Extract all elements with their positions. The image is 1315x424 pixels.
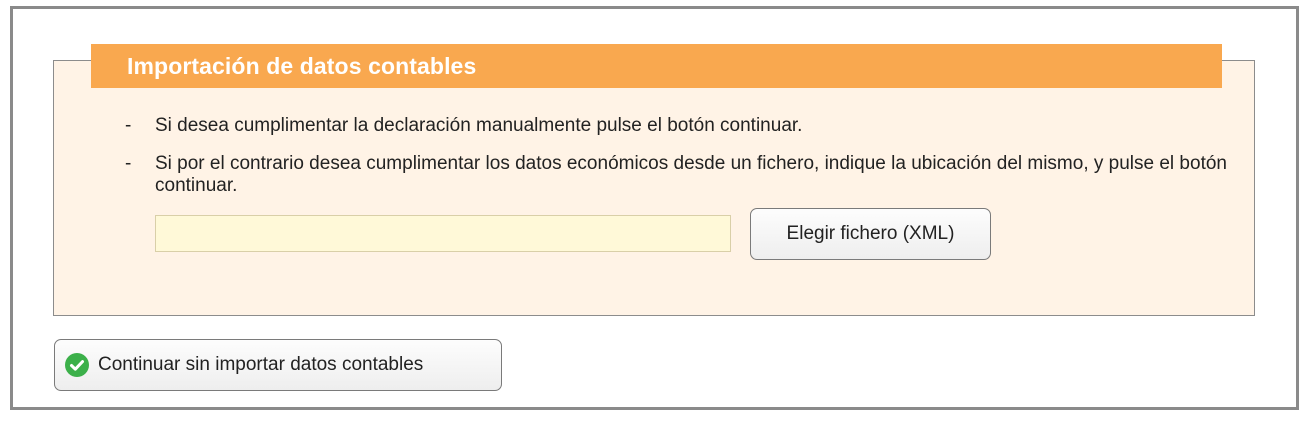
continue-label: Continuar sin importar datos contables <box>98 354 424 375</box>
check-circle-icon <box>65 353 89 377</box>
instruction-import-file: - Si por el contrario desea cumplimentar… <box>125 153 1235 197</box>
instruction-manual: - Si desea cumplimentar la declaración m… <box>125 115 1235 137</box>
instruction-bullet: - <box>125 153 132 174</box>
choose-file-label: Elegir fichero (XML) <box>786 223 955 244</box>
panel-header: Importación de datos contables <box>91 44 1222 88</box>
continue-without-import-button[interactable]: Continuar sin importar datos contables <box>54 339 502 391</box>
choose-file-button[interactable]: Elegir fichero (XML) <box>750 208 991 260</box>
file-path-input[interactable] <box>155 215 731 252</box>
instruction-bullet: - <box>125 115 132 136</box>
instruction-text: Si por el contrario desea cumplimentar l… <box>155 153 1227 196</box>
instruction-text: Si desea cumplimentar la declaración man… <box>155 115 803 136</box>
panel-title: Importación de datos contables <box>127 52 477 79</box>
